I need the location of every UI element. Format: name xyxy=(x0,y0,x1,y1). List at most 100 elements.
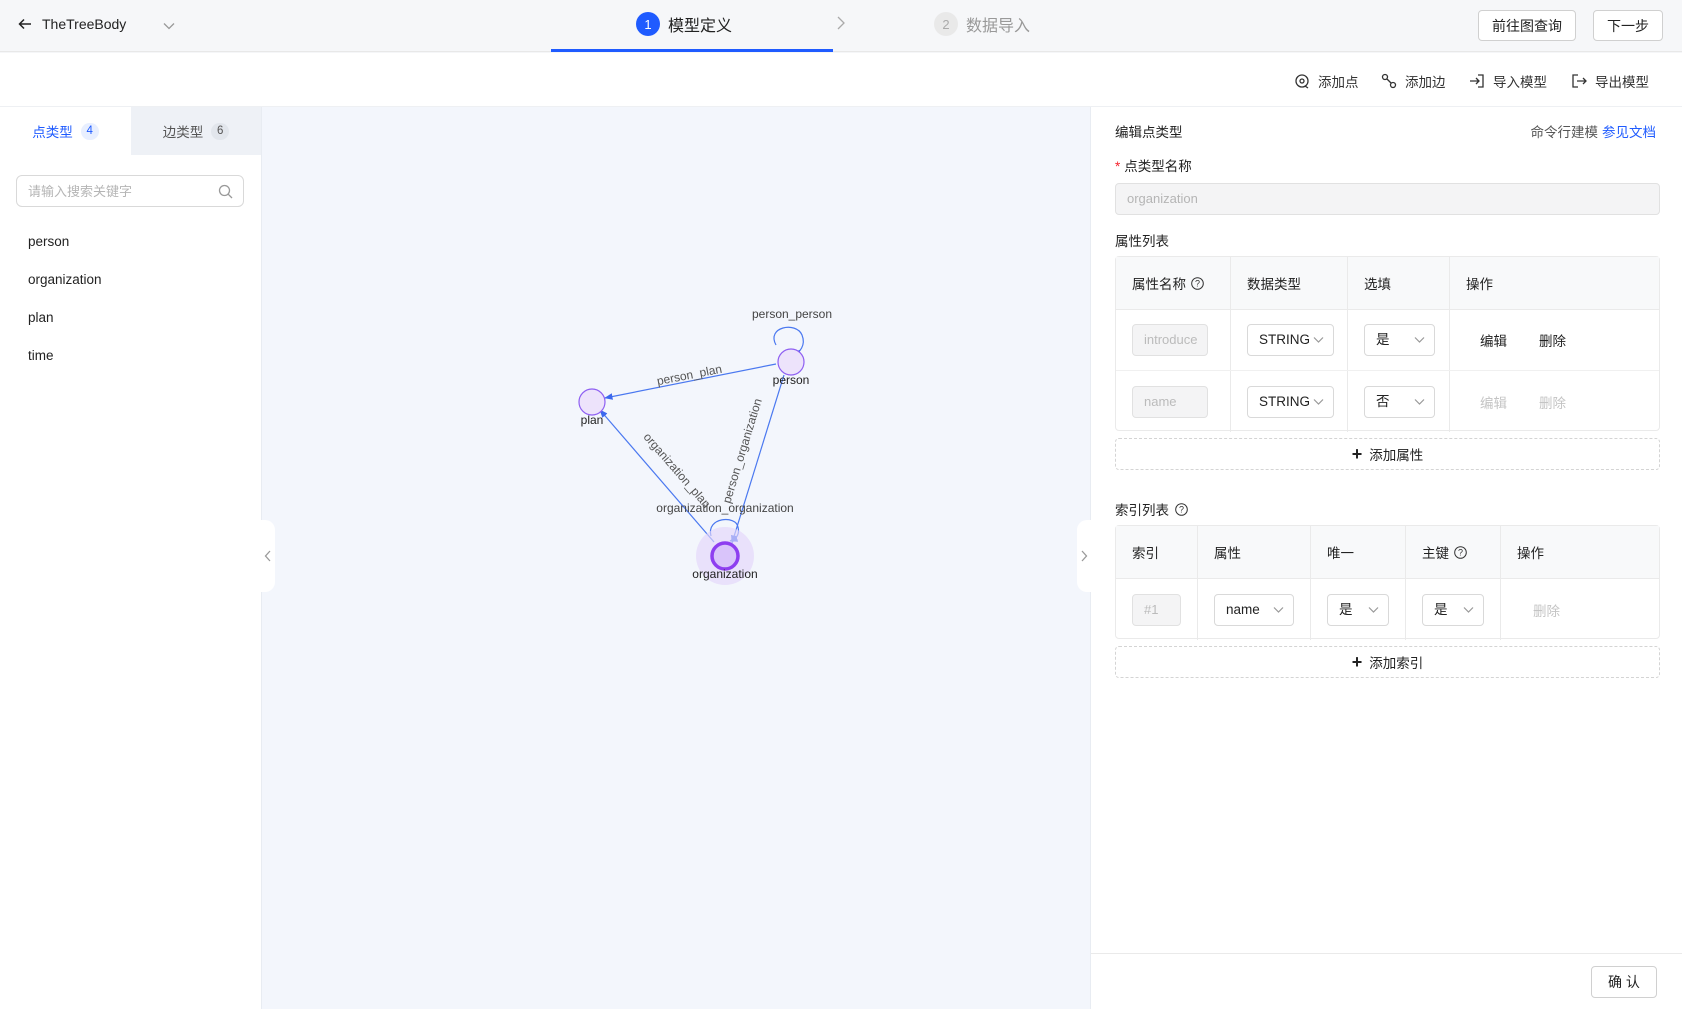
list-item[interactable]: plan xyxy=(0,299,261,337)
edit-attr-button[interactable]: 编辑 xyxy=(1480,330,1507,350)
tab-label: 点类型 xyxy=(32,125,73,140)
table-row: #1 name 是 是 删除 xyxy=(1116,579,1659,640)
back-button[interactable]: TheTreeBody xyxy=(18,16,126,32)
node-plan[interactable]: plan xyxy=(578,388,606,427)
chevron-right-icon xyxy=(1081,550,1088,562)
svg-text:?: ? xyxy=(1458,547,1463,557)
confirm-button[interactable]: 确 认 xyxy=(1591,966,1657,998)
go-to-graph-query-button[interactable]: 前往图查询 xyxy=(1478,10,1576,41)
search-icon[interactable] xyxy=(218,184,233,199)
chevron-down-icon xyxy=(1414,398,1425,405)
list-item[interactable]: organization xyxy=(0,261,261,299)
help-icon[interactable]: ? xyxy=(1175,502,1188,516)
cell: STRING xyxy=(1231,310,1348,370)
index-section-title: 索引列表 ? xyxy=(1115,499,1188,519)
next-step-button[interactable]: 下一步 xyxy=(1593,10,1663,41)
edge-label: person_plan xyxy=(656,362,724,388)
optional-select[interactable]: 否 xyxy=(1364,385,1435,418)
help-icon[interactable]: ? xyxy=(1454,545,1467,559)
data-type-select[interactable]: STRING xyxy=(1247,324,1334,356)
help-icon[interactable]: ? xyxy=(1191,276,1204,290)
chevron-down-icon xyxy=(1414,337,1425,343)
export-icon xyxy=(1572,74,1587,88)
node-organization[interactable]: organization xyxy=(692,527,758,585)
attributes-table: 属性名称 ? 数据类型 选填 操作 introduce STRING 是 编辑 … xyxy=(1115,256,1660,432)
import-model-button[interactable]: 导入模型 xyxy=(1469,71,1547,91)
plus-icon: + xyxy=(1351,444,1363,464)
cell: #1 xyxy=(1116,579,1198,640)
step-label: 数据导入 xyxy=(966,18,1031,35)
step-data-import[interactable]: 2 数据导入 xyxy=(934,12,1030,36)
schema-graph[interactable]: person_plan person_organization organiza… xyxy=(262,107,1092,1009)
graph-canvas[interactable]: person_plan person_organization organiza… xyxy=(261,107,1091,1009)
add-edge-label: 添加边 xyxy=(1405,75,1446,90)
search-input[interactable] xyxy=(17,176,207,206)
required-marker: * xyxy=(1115,159,1121,174)
cell: 否 xyxy=(1348,371,1450,432)
select-value: 是 xyxy=(1339,601,1353,617)
count-badge: 6 xyxy=(211,122,230,140)
collapse-left-panel-button[interactable] xyxy=(261,520,275,592)
header-cell: 唯一 xyxy=(1311,526,1406,578)
attr-name-input: introduce xyxy=(1132,324,1208,356)
unique-select[interactable]: 是 xyxy=(1327,593,1389,626)
chevron-down-icon xyxy=(1463,606,1474,613)
import-icon xyxy=(1470,74,1484,88)
cell: 编辑 删除 xyxy=(1450,371,1659,432)
add-vertex-button[interactable]: 添加点 xyxy=(1294,71,1359,91)
active-step-indicator xyxy=(551,49,833,52)
edge-person-organization[interactable]: person_organization xyxy=(720,374,785,544)
edge-organization-plan[interactable]: organization_plan xyxy=(599,409,715,543)
edge-person-person[interactable]: person_person xyxy=(752,307,832,357)
chevron-down-icon[interactable] xyxy=(162,19,176,33)
index-attr-select[interactable]: name xyxy=(1214,593,1294,626)
delete-attr-button: 删除 xyxy=(1539,395,1566,411)
data-type-select[interactable]: STRING xyxy=(1247,385,1334,418)
tab-edge-types[interactable]: 边类型 6 xyxy=(131,107,261,155)
edit-attr-button: 编辑 xyxy=(1480,395,1507,411)
cli-modeling-hint: 命令行建模 参见文档 xyxy=(1531,121,1657,141)
add-attribute-button[interactable]: + 添加属性 xyxy=(1115,438,1660,470)
list-item[interactable]: time xyxy=(0,337,261,375)
edge-person-plan[interactable]: person_plan xyxy=(604,362,777,400)
delete-attr-button[interactable]: 删除 xyxy=(1539,330,1566,350)
vertex-name-label-text: 点类型名称 xyxy=(1124,159,1192,174)
export-model-button[interactable]: 导出模型 xyxy=(1571,71,1649,91)
chevron-down-icon xyxy=(1368,606,1379,613)
toolbar: 添加点 添加边 导入模型 导出模型 xyxy=(0,53,1682,107)
node-person[interactable]: person xyxy=(773,348,810,387)
add-edge-icon xyxy=(1381,73,1397,89)
tab-vertex-types[interactable]: 点类型 4 xyxy=(0,107,131,155)
chevron-down-icon xyxy=(1313,337,1324,343)
add-index-label: 添加索引 xyxy=(1369,656,1424,671)
chevron-left-icon xyxy=(264,550,271,562)
delete-index-button: 删除 xyxy=(1533,603,1560,619)
index-table: 索引 属性 唯一 主键 ? 操作 #1 name 是 是 删除 xyxy=(1115,525,1660,640)
header-cell: 属性名称 ? xyxy=(1116,257,1231,309)
cell: 是 xyxy=(1311,579,1406,640)
add-index-button[interactable]: + 添加索引 xyxy=(1115,646,1660,678)
list-item[interactable]: person xyxy=(0,223,261,261)
import-model-label: 导入模型 xyxy=(1493,75,1547,90)
edge-label: person_person xyxy=(752,307,832,321)
header-cell: 操作 xyxy=(1466,277,1493,292)
select-value: 是 xyxy=(1434,601,1448,617)
arrow-left-icon xyxy=(18,18,31,30)
collapse-right-panel-button[interactable] xyxy=(1077,520,1091,592)
docs-link[interactable]: 参见文档 xyxy=(1602,125,1656,140)
attributes-section-title: 属性列表 xyxy=(1115,230,1169,250)
header-cell: 索引 xyxy=(1116,526,1198,578)
header-cell: 选填 xyxy=(1348,257,1450,309)
optional-select[interactable]: 是 xyxy=(1364,324,1435,356)
index-number-field: #1 xyxy=(1132,593,1181,626)
cell: 是 xyxy=(1406,579,1501,640)
step-number: 2 xyxy=(934,12,958,36)
node-label: plan xyxy=(581,413,604,427)
header-cell: 属性 xyxy=(1198,526,1311,578)
attr-name-input: name xyxy=(1132,385,1208,418)
chevron-right-icon xyxy=(837,16,845,30)
select-value: 否 xyxy=(1376,393,1390,409)
step-model-definition[interactable]: 1 模型定义 xyxy=(636,12,732,36)
primary-key-select[interactable]: 是 xyxy=(1422,593,1484,626)
add-edge-button[interactable]: 添加边 xyxy=(1381,71,1446,91)
